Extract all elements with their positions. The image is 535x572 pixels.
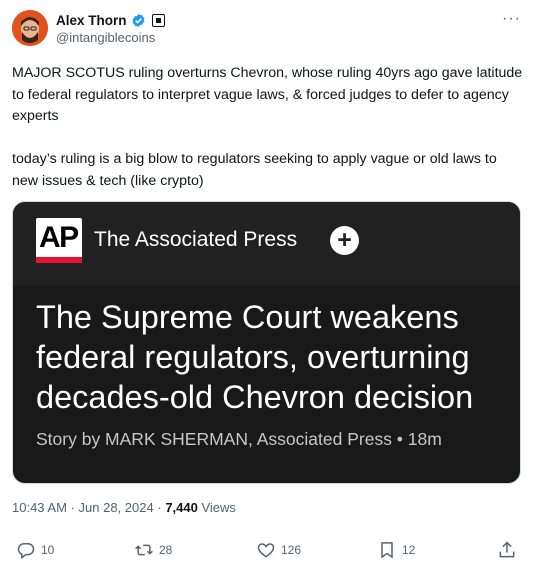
- tweet-meta: 10:43 AM · Jun 28, 2024 · 7,440 Views: [12, 500, 236, 515]
- avatar[interactable]: [12, 10, 48, 46]
- repost-count: 28: [159, 543, 173, 557]
- avatar-photo-icon: [12, 10, 48, 46]
- like-count: 126: [281, 543, 302, 557]
- views-count: 7,440: [165, 500, 198, 515]
- repost-button[interactable]: 28: [134, 540, 172, 560]
- author-display-name[interactable]: Alex Thorn: [56, 13, 127, 28]
- reply-icon: [17, 543, 35, 559]
- card-publisher: The Associated Press: [94, 228, 298, 251]
- follow-publisher-button[interactable]: +: [330, 226, 359, 255]
- bookmark-button[interactable]: 12: [377, 540, 415, 560]
- card-headline: The Supreme Court weakens federal regula…: [36, 299, 474, 415]
- meta-separator: ·: [157, 500, 162, 515]
- ap-logo-text: AP: [39, 221, 79, 254]
- author-handle[interactable]: @intangiblecoins: [56, 30, 155, 45]
- reply-count: 10: [41, 543, 55, 557]
- like-button[interactable]: 126: [256, 540, 301, 560]
- more-options-icon[interactable]: ···: [502, 10, 521, 28]
- repost-icon: [135, 544, 153, 556]
- tweet-paragraph: MAJOR SCOTUS ruling overturns Chevron, w…: [12, 65, 523, 124]
- verified-badge-icon[interactable]: [131, 13, 146, 28]
- bookmark-icon: [381, 542, 393, 559]
- tweet-text: MAJOR SCOTUS ruling overturns Chevron, w…: [12, 63, 524, 192]
- tweet-time[interactable]: 10:43 AM: [12, 500, 67, 515]
- author-name-row: Alex Thorn: [56, 11, 165, 29]
- bookmark-count: 12: [402, 543, 416, 557]
- affiliation-badge-icon[interactable]: [151, 13, 165, 27]
- link-card[interactable]: AP The Associated Press + The Supreme Co…: [12, 201, 521, 484]
- meta-separator: ·: [70, 500, 75, 515]
- ap-logo-icon: AP: [36, 218, 82, 263]
- card-header: AP The Associated Press +: [13, 202, 520, 286]
- tweet-date[interactable]: Jun 28, 2024: [79, 500, 154, 515]
- share-icon: [499, 541, 515, 558]
- action-bar: 10 28 126 12: [0, 540, 535, 568]
- heart-icon: [257, 543, 275, 558]
- card-byline: Story by MARK SHERMAN, Associated Press …: [36, 429, 442, 449]
- share-button[interactable]: [497, 540, 517, 560]
- reply-button[interactable]: 10: [16, 540, 54, 560]
- views-label: Views: [201, 500, 236, 515]
- tweet-paragraph: today’s ruling is a big blow to regulato…: [12, 151, 497, 189]
